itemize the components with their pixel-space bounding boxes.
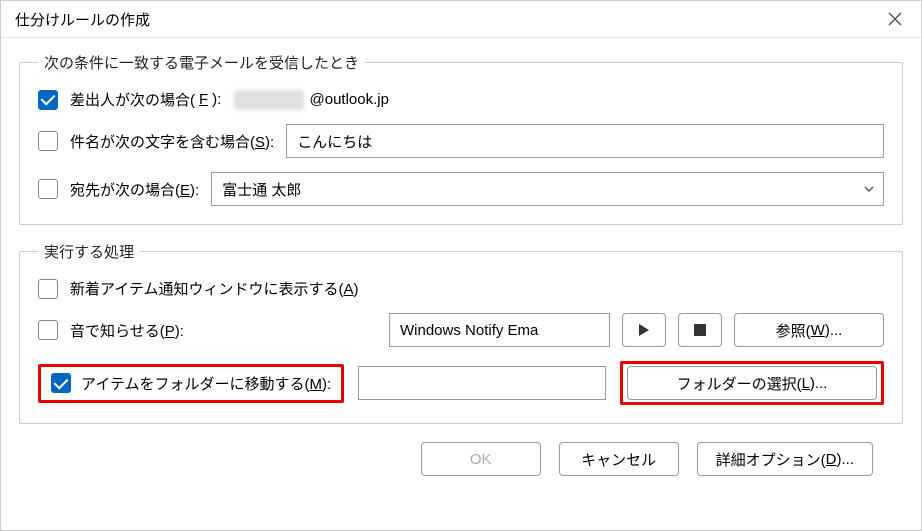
titlebar: 仕分けルールの作成	[1, 1, 921, 38]
sound-checkbox[interactable]	[38, 320, 58, 340]
sound-row: 音で知らせる(P): 参照(W)...	[38, 313, 884, 347]
to-select-value: 富士通 太郎	[222, 179, 301, 200]
play-icon	[639, 324, 649, 336]
conditions-legend: 次の条件に一致する電子メールを受信したとき	[38, 52, 365, 73]
conditions-group: 次の条件に一致する電子メールを受信したとき 差出人が次の場合(F): @outl…	[19, 52, 903, 225]
move-label[interactable]: アイテムをフォルダーに移動する(M):	[81, 373, 331, 394]
alert-row: 新着アイテム通知ウィンドウに表示する(A)	[38, 278, 884, 299]
advanced-options-button[interactable]: 詳細オプション(D)...	[697, 442, 873, 476]
sound-file-input[interactable]	[389, 313, 610, 347]
to-checkbox[interactable]	[38, 179, 58, 199]
from-email-domain: @outlook.jp	[310, 91, 389, 108]
actions-legend: 実行する処理	[38, 241, 140, 262]
move-folder-input[interactable]	[358, 366, 606, 400]
move-highlight-right: フォルダーの選択(L)...	[620, 361, 884, 405]
sound-label[interactable]: 音で知らせる(P):	[70, 320, 230, 341]
subject-row: 件名が次の文字を含む場合(S):	[38, 124, 884, 158]
from-label[interactable]: 差出人が次の場合(F): @outlook.jp	[70, 89, 389, 110]
move-highlight-left: アイテムをフォルダーに移動する(M):	[38, 364, 344, 403]
move-row: アイテムをフォルダーに移動する(M): フォルダーの選択(L)...	[38, 361, 884, 405]
play-sound-button[interactable]	[622, 313, 666, 347]
create-rule-dialog: 仕分けルールの作成 次の条件に一致する電子メールを受信したとき 差出人が次の場合…	[0, 0, 922, 531]
select-folder-button[interactable]: フォルダーの選択(L)...	[627, 366, 877, 400]
from-row: 差出人が次の場合(F): @outlook.jp	[38, 89, 884, 110]
ok-button[interactable]: OK	[421, 442, 541, 476]
content: 次の条件に一致する電子メールを受信したとき 差出人が次の場合(F): @outl…	[1, 38, 921, 484]
subject-label[interactable]: 件名が次の文字を含む場合(S):	[70, 131, 274, 152]
subject-input[interactable]	[286, 124, 884, 158]
to-label[interactable]: 宛先が次の場合(E):	[70, 179, 199, 200]
window-title: 仕分けルールの作成	[15, 9, 150, 30]
alert-checkbox[interactable]	[38, 279, 58, 299]
alert-label[interactable]: 新着アイテム通知ウィンドウに表示する(A)	[70, 278, 359, 299]
subject-checkbox[interactable]	[38, 131, 58, 151]
to-row: 宛先が次の場合(E): 富士通 太郎	[38, 172, 884, 206]
close-icon[interactable]	[879, 7, 911, 31]
footer: OK キャンセル 詳細オプション(D)...	[19, 434, 903, 476]
stop-sound-button[interactable]	[678, 313, 722, 347]
cancel-button[interactable]: キャンセル	[559, 442, 679, 476]
from-email-masked	[234, 90, 304, 110]
chevron-down-icon	[863, 183, 875, 195]
stop-icon	[694, 324, 706, 336]
to-select[interactable]: 富士通 太郎	[211, 172, 884, 206]
actions-group: 実行する処理 新着アイテム通知ウィンドウに表示する(A) 音で知らせる(P):	[19, 241, 903, 424]
browse-sound-button[interactable]: 参照(W)...	[734, 313, 884, 347]
from-checkbox[interactable]	[38, 90, 58, 110]
move-checkbox[interactable]	[51, 373, 71, 393]
